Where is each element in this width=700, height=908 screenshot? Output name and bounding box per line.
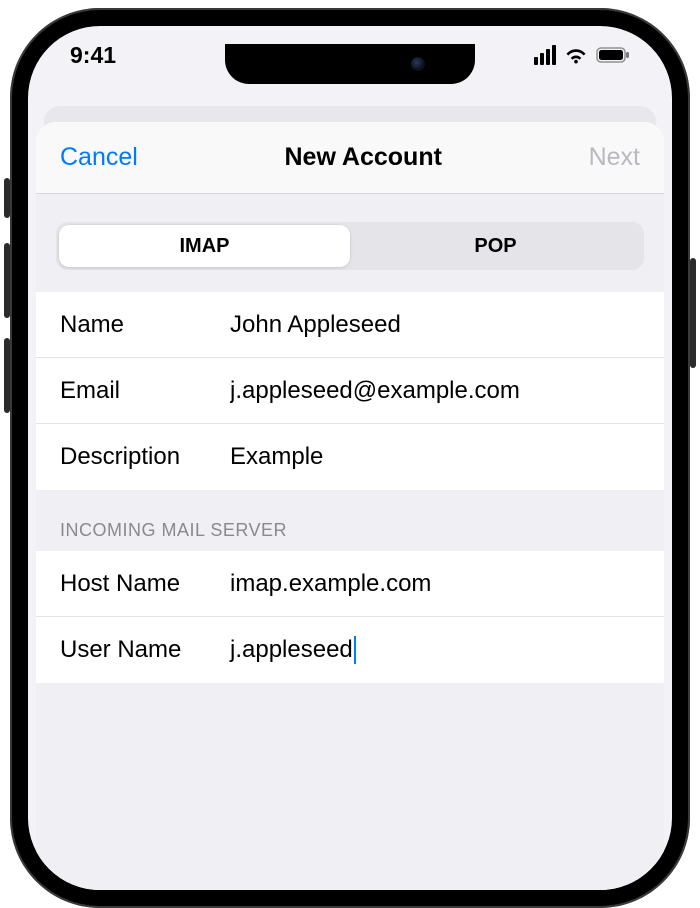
- name-label: Name: [60, 311, 230, 339]
- username-label: User Name: [60, 636, 230, 664]
- next-button[interactable]: Next: [589, 143, 640, 172]
- navigation-bar: Cancel New Account Next: [36, 122, 664, 194]
- incoming-server-header: INCOMING MAIL SERVER: [36, 490, 664, 551]
- power-button: [690, 258, 696, 368]
- hostname-row[interactable]: Host Name: [36, 551, 664, 617]
- username-field[interactable]: j.appleseed: [230, 636, 353, 664]
- volume-up-button: [4, 243, 10, 318]
- mute-switch: [4, 178, 10, 218]
- account-info-group: Name Email Description: [36, 292, 664, 490]
- device-frame: 9:41 Cancel New Account Next: [10, 8, 690, 908]
- description-field[interactable]: [230, 443, 640, 471]
- segment-imap[interactable]: IMAP: [59, 225, 350, 267]
- description-label: Description: [60, 443, 230, 471]
- status-bar: 9:41: [28, 26, 672, 84]
- segment-pop[interactable]: POP: [350, 225, 641, 267]
- screen: 9:41 Cancel New Account Next: [28, 26, 672, 890]
- page-title: New Account: [285, 143, 442, 172]
- status-time: 9:41: [70, 42, 116, 69]
- status-icons: [534, 45, 630, 65]
- incoming-server-group: Host Name User Name j.appleseed: [36, 551, 664, 683]
- form-content[interactable]: IMAP POP Name Email Description: [36, 194, 664, 890]
- email-field[interactable]: [230, 377, 640, 405]
- description-row[interactable]: Description: [36, 424, 664, 490]
- name-row[interactable]: Name: [36, 292, 664, 358]
- wifi-icon: [564, 46, 588, 64]
- name-field[interactable]: [230, 311, 640, 339]
- username-row[interactable]: User Name j.appleseed: [36, 617, 664, 683]
- text-cursor-icon: [354, 636, 356, 664]
- volume-down-button: [4, 338, 10, 413]
- cancel-button[interactable]: Cancel: [60, 143, 138, 172]
- hostname-label: Host Name: [60, 570, 230, 598]
- cellular-signal-icon: [534, 45, 556, 65]
- email-label: Email: [60, 377, 230, 405]
- protocol-segmented-control[interactable]: IMAP POP: [56, 222, 644, 270]
- hostname-field[interactable]: [230, 570, 640, 598]
- battery-icon: [596, 47, 630, 63]
- email-row[interactable]: Email: [36, 358, 664, 424]
- modal-sheet: Cancel New Account Next IMAP POP Name: [36, 122, 664, 890]
